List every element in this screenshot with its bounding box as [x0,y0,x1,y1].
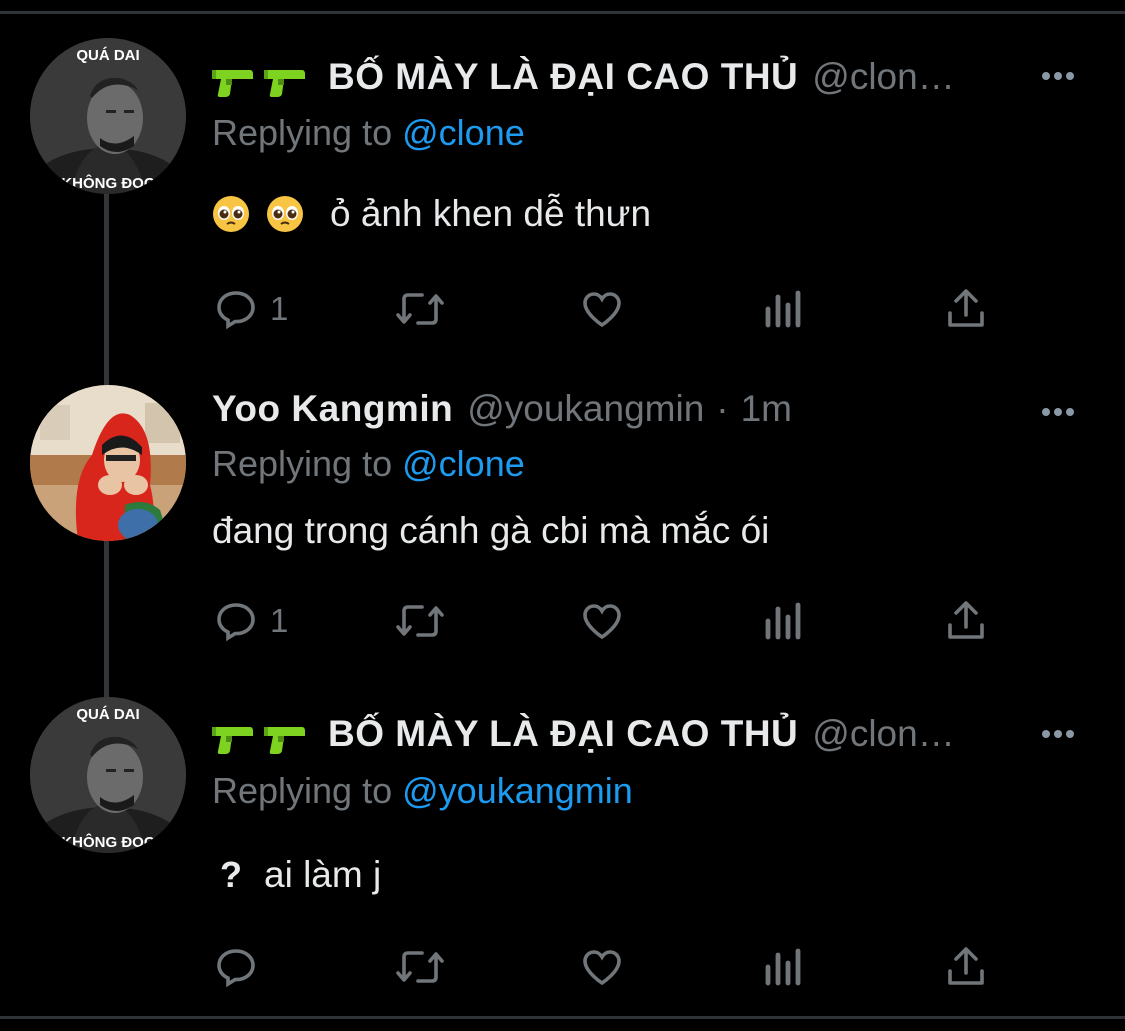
avatar-bottom-text: KHÔNG ĐỌC [61,833,155,851]
tweet-text: ? ai làm j [212,854,381,896]
share-button[interactable] [942,284,990,334]
replying-to: Replying to @clone [212,443,525,485]
author-name[interactable]: BỐ MÀY LÀ ĐẠI CAO THỦ [328,713,798,755]
more-options-icon[interactable] [1042,724,1082,744]
avatar-top-text: QUÁ DAI [76,47,139,64]
author-handle[interactable]: @clon… [812,56,954,98]
replying-label: Replying to [212,112,393,153]
replying-to: Replying to @clone [212,112,525,154]
avatar-gigachad[interactable]: QUÁ DAI KHÔNG ĐỌC [30,38,186,194]
share-icon [948,289,984,327]
mention-link[interactable]: @youkangmin [402,770,633,811]
reply-icon [217,291,255,330]
avatar-top-text: QUÁ DAI [76,706,139,723]
analytics-button[interactable] [762,596,806,646]
share-icon [948,947,984,985]
like-button[interactable] [578,284,626,334]
reply-button[interactable]: 1 [212,596,288,646]
author-name[interactable]: BỐ MÀY LÀ ĐẠI CAO THỦ [328,56,798,98]
avatar-image [30,385,186,541]
like-button[interactable] [578,596,626,646]
analytics-button[interactable] [762,942,806,992]
replying-label: Replying to [212,443,393,484]
tweet-actions [212,942,1012,992]
avatar-gigachad[interactable]: QUÁ DAI KHÔNG ĐỌC [30,697,186,853]
top-border [0,0,1125,14]
water-pistol-icon [212,727,253,754]
share-icon [948,601,984,639]
retweet-button[interactable] [392,284,448,334]
mention-link[interactable]: @clone [402,443,525,484]
share-button[interactable] [942,942,990,992]
retweet-icon [396,293,444,325]
tweet-actions: 1 [212,284,1012,334]
replying-to: Replying to @youkangmin [212,770,633,812]
reply-count: 1 [270,602,289,639]
question-mark: ? [220,854,242,895]
tweet-header: BỐ MÀY LÀ ĐẠI CAO THỦ @clon… [212,713,955,763]
replying-label: Replying to [212,770,393,811]
more-options-icon[interactable] [1042,402,1082,422]
avatar-image: QUÁ DAI KHÔNG ĐỌC [30,697,186,853]
tweet-body: ỏ ảnh khen dễ thưn [330,193,652,234]
timestamp[interactable]: 1m [741,388,792,430]
tweet-text: ỏ ảnh khen dễ thưn [212,193,651,235]
reply-icon [217,949,255,988]
author-name[interactable]: Yoo Kangmin [212,388,453,430]
bottom-border [0,1016,1125,1031]
tweet-header: Yoo Kangmin @youkangmin · 1m [212,388,792,438]
tweet-header: BỐ MÀY LÀ ĐẠI CAO THỦ @clon… [212,56,955,106]
tweet-body: đang trong cánh gà cbi mà mắc ói [212,510,770,551]
retweet-icon [396,605,444,637]
thread-line [104,190,109,385]
more-options-icon[interactable] [1042,66,1082,86]
mention-link[interactable]: @clone [402,112,525,153]
separator: · [716,388,729,429]
tweet-text: đang trong cánh gà cbi mà mắc ói [212,510,769,552]
heart-icon [583,950,621,986]
author-handle[interactable]: @clon… [812,713,954,755]
heart-icon [583,604,621,640]
author-handle[interactable]: @youkangmin [467,388,704,430]
avatar-bottom-text: KHÔNG ĐỌC [61,174,155,192]
reply-button[interactable] [212,942,270,992]
like-button[interactable] [578,942,626,992]
heart-icon [583,292,621,328]
water-pistol-icon [264,70,305,97]
retweet-button[interactable] [392,942,448,992]
pleading-face-icon [213,196,249,232]
tweet-body: ai làm j [264,854,382,895]
analytics-icon [765,290,801,328]
retweet-icon [396,951,444,983]
pleading-face-icon [267,196,303,232]
retweet-button[interactable] [392,596,448,646]
author-emoji [212,64,306,98]
reply-icon [217,603,255,642]
analytics-button[interactable] [762,284,806,334]
avatar-image: QUÁ DAI KHÔNG ĐỌC [30,38,186,194]
avatar-yoo-kangmin[interactable] [30,385,186,541]
analytics-icon [765,602,801,640]
water-pistol-icon [264,727,305,754]
water-pistol-icon [212,70,253,97]
thread-line [104,540,109,705]
reply-count: 1 [270,290,289,327]
reply-button[interactable]: 1 [212,284,288,334]
author-emoji [212,721,306,755]
share-button[interactable] [942,596,990,646]
analytics-icon [765,948,801,986]
tweet-actions: 1 [212,596,1012,646]
